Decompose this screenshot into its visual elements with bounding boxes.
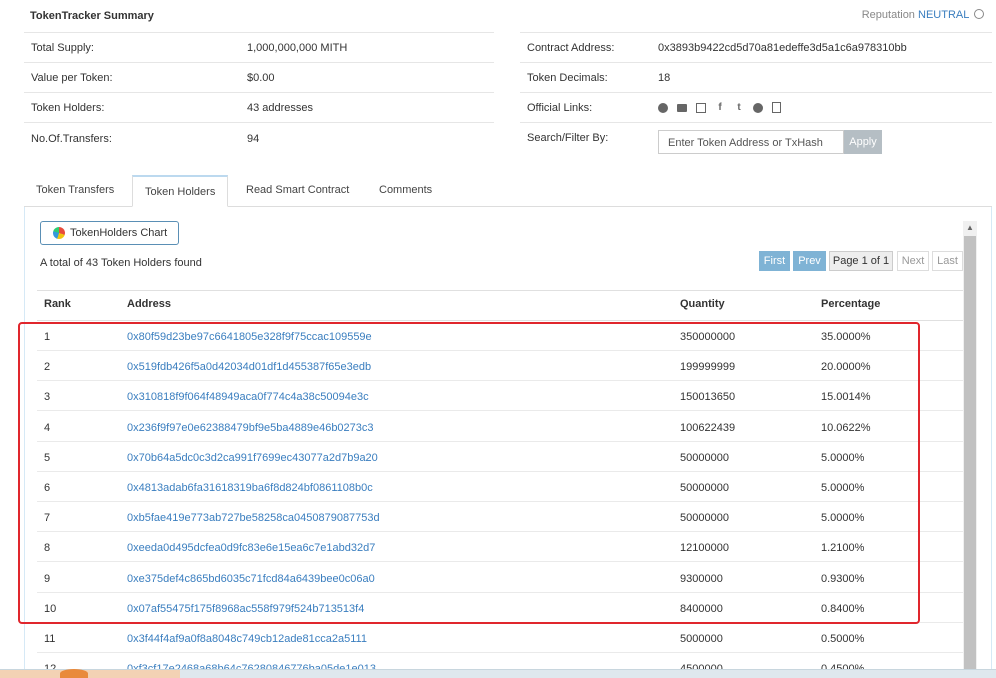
facebook-icon[interactable]: f	[715, 102, 725, 113]
summary-row-links: Official Links: f t	[520, 92, 992, 122]
summary-key: No.Of.Transfers:	[31, 132, 112, 145]
pager-first-button[interactable]: First	[759, 251, 790, 271]
reputation-label: Reputation	[861, 9, 915, 21]
official-links: f t	[658, 102, 781, 113]
bottom-overlay-accent	[60, 669, 88, 678]
scrollbar[interactable]: ▲	[963, 221, 977, 678]
summary-value: $0.00	[247, 71, 275, 84]
column-header-quantity: Quantity	[680, 298, 725, 310]
summary-value: 1,000,000,000 MITH	[247, 41, 348, 54]
quantity-cell: 5000000	[680, 633, 723, 645]
summary-value: 43 addresses	[247, 101, 314, 114]
summary-row-decimals: Token Decimals: 18	[520, 62, 992, 92]
scroll-thumb[interactable]	[964, 236, 976, 678]
summary-title: TokenTracker Summary	[30, 10, 154, 22]
tab-bar: Token Transfers Token Holders Read Smart…	[24, 175, 992, 207]
scroll-up-icon[interactable]: ▲	[963, 221, 977, 235]
apply-button[interactable]: Apply	[844, 130, 882, 154]
tab-read-smart-contract[interactable]: Read Smart Contract	[234, 175, 361, 207]
search-input[interactable]: Enter Token Address or TxHash	[658, 130, 844, 154]
summary-row-token-holders: Token Holders: 43 addresses	[24, 92, 494, 122]
tab-token-transfers[interactable]: Token Transfers	[24, 175, 126, 207]
red-highlight-box	[18, 322, 920, 624]
reputation: Reputation NEUTRAL	[862, 9, 984, 21]
search-label: Search/Filter By:	[527, 132, 609, 144]
decimals-value: 18	[658, 71, 671, 84]
summary-key: Token Holders:	[31, 101, 105, 114]
contract-address-link[interactable]: 0x3893b9422cd5d70a81edeffe3d5a1c6a978310…	[658, 42, 907, 54]
reputation-value[interactable]: NEUTRAL	[918, 9, 969, 21]
telegram-icon[interactable]	[753, 102, 763, 113]
contract-label: Contract Address:	[527, 41, 615, 54]
percentage-cell: 0.5000%	[821, 633, 865, 645]
address-link[interactable]: 0x3f44f4af9a0f8a8048c749cb12ade81cca2a51…	[127, 633, 367, 645]
summary-row-transfers: No.Of.Transfers: 94	[24, 122, 494, 154]
pager-current: Page 1 of 1	[829, 251, 893, 271]
chart-button-label: TokenHolders Chart	[70, 227, 168, 239]
pager-last-button[interactable]: Last	[932, 251, 963, 271]
tokenholders-chart-button[interactable]: TokenHolders Chart	[40, 221, 179, 245]
pager-next-button[interactable]: Next	[897, 251, 929, 271]
tab-token-holders[interactable]: Token Holders	[132, 175, 229, 207]
summary-value: 94	[247, 132, 260, 145]
twitter-icon[interactable]: t	[734, 102, 744, 113]
column-header-address: Address	[127, 298, 172, 310]
decimals-label: Token Decimals:	[527, 71, 608, 84]
bottom-overlay	[0, 670, 180, 678]
summary-key: Total Supply:	[31, 41, 94, 54]
mail-icon[interactable]	[677, 103, 687, 112]
smile-icon	[974, 9, 984, 19]
table-header-top-border	[37, 290, 963, 291]
summary-row-value-per-token: Value per Token: $0.00	[24, 62, 494, 92]
pie-chart-icon	[53, 227, 65, 239]
column-header-percentage: Percentage	[821, 298, 881, 310]
summary-row-total-supply: Total Supply: 1,000,000,000 MITH	[24, 32, 494, 62]
column-header-rank: Rank	[44, 298, 71, 310]
pager-prev-button[interactable]: Prev	[793, 251, 826, 271]
rank-cell: 11	[44, 633, 56, 645]
tab-comments[interactable]: Comments	[367, 175, 444, 207]
edit-icon[interactable]	[696, 102, 706, 113]
holders-total: A total of 43 Token Holders found	[40, 257, 202, 269]
links-label: Official Links:	[527, 101, 593, 114]
globe-icon[interactable]	[658, 102, 668, 113]
summary-key: Value per Token:	[31, 71, 113, 84]
table-row: 11 0x3f44f4af9a0f8a8048c749cb12ade81cca2a…	[37, 623, 963, 653]
document-icon[interactable]	[772, 102, 781, 113]
summary-row-contract: Contract Address: 0x3893b9422cd5d70a81ed…	[520, 32, 992, 62]
